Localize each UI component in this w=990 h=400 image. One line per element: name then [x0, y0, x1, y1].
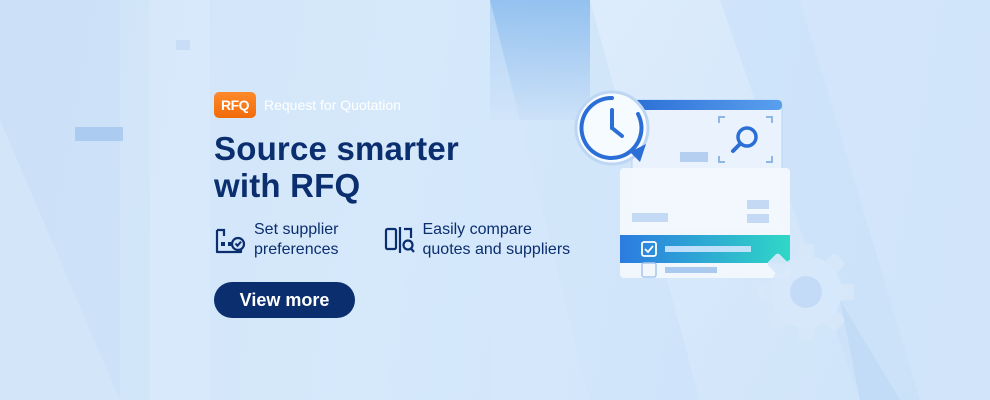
feature-text: Easily compare quotes and suppliers — [423, 220, 571, 260]
feature-line-2: quotes and suppliers — [422, 241, 571, 258]
compare-quotes-icon — [384, 227, 415, 253]
rfq-illustration — [574, 90, 854, 340]
feature-text: Set supplier preferences — [254, 220, 339, 260]
headline-line-2: with RFQ — [214, 167, 361, 204]
feature-supplier-preferences: Set supplier preferences — [214, 220, 339, 260]
feature-compare-quotes: Easily compare quotes and suppliers — [383, 220, 571, 260]
gear-icon — [758, 244, 854, 340]
rfq-logo: RFQ — [214, 92, 256, 118]
view-more-button[interactable]: View more — [214, 282, 355, 318]
headline-line-1: Source smarter — [214, 130, 459, 167]
brand-label: Request for Quotation — [264, 97, 401, 113]
supplier-preferences-icon — [215, 228, 246, 254]
clock-icon — [574, 90, 650, 166]
feature-line-1: Easily compare — [422, 221, 532, 238]
rfq-promo-banner: RFQ Request for Quotation Source smarter… — [0, 0, 990, 400]
feature-line-2: preferences — [254, 241, 339, 258]
feature-line-1: Set supplier — [254, 221, 339, 238]
